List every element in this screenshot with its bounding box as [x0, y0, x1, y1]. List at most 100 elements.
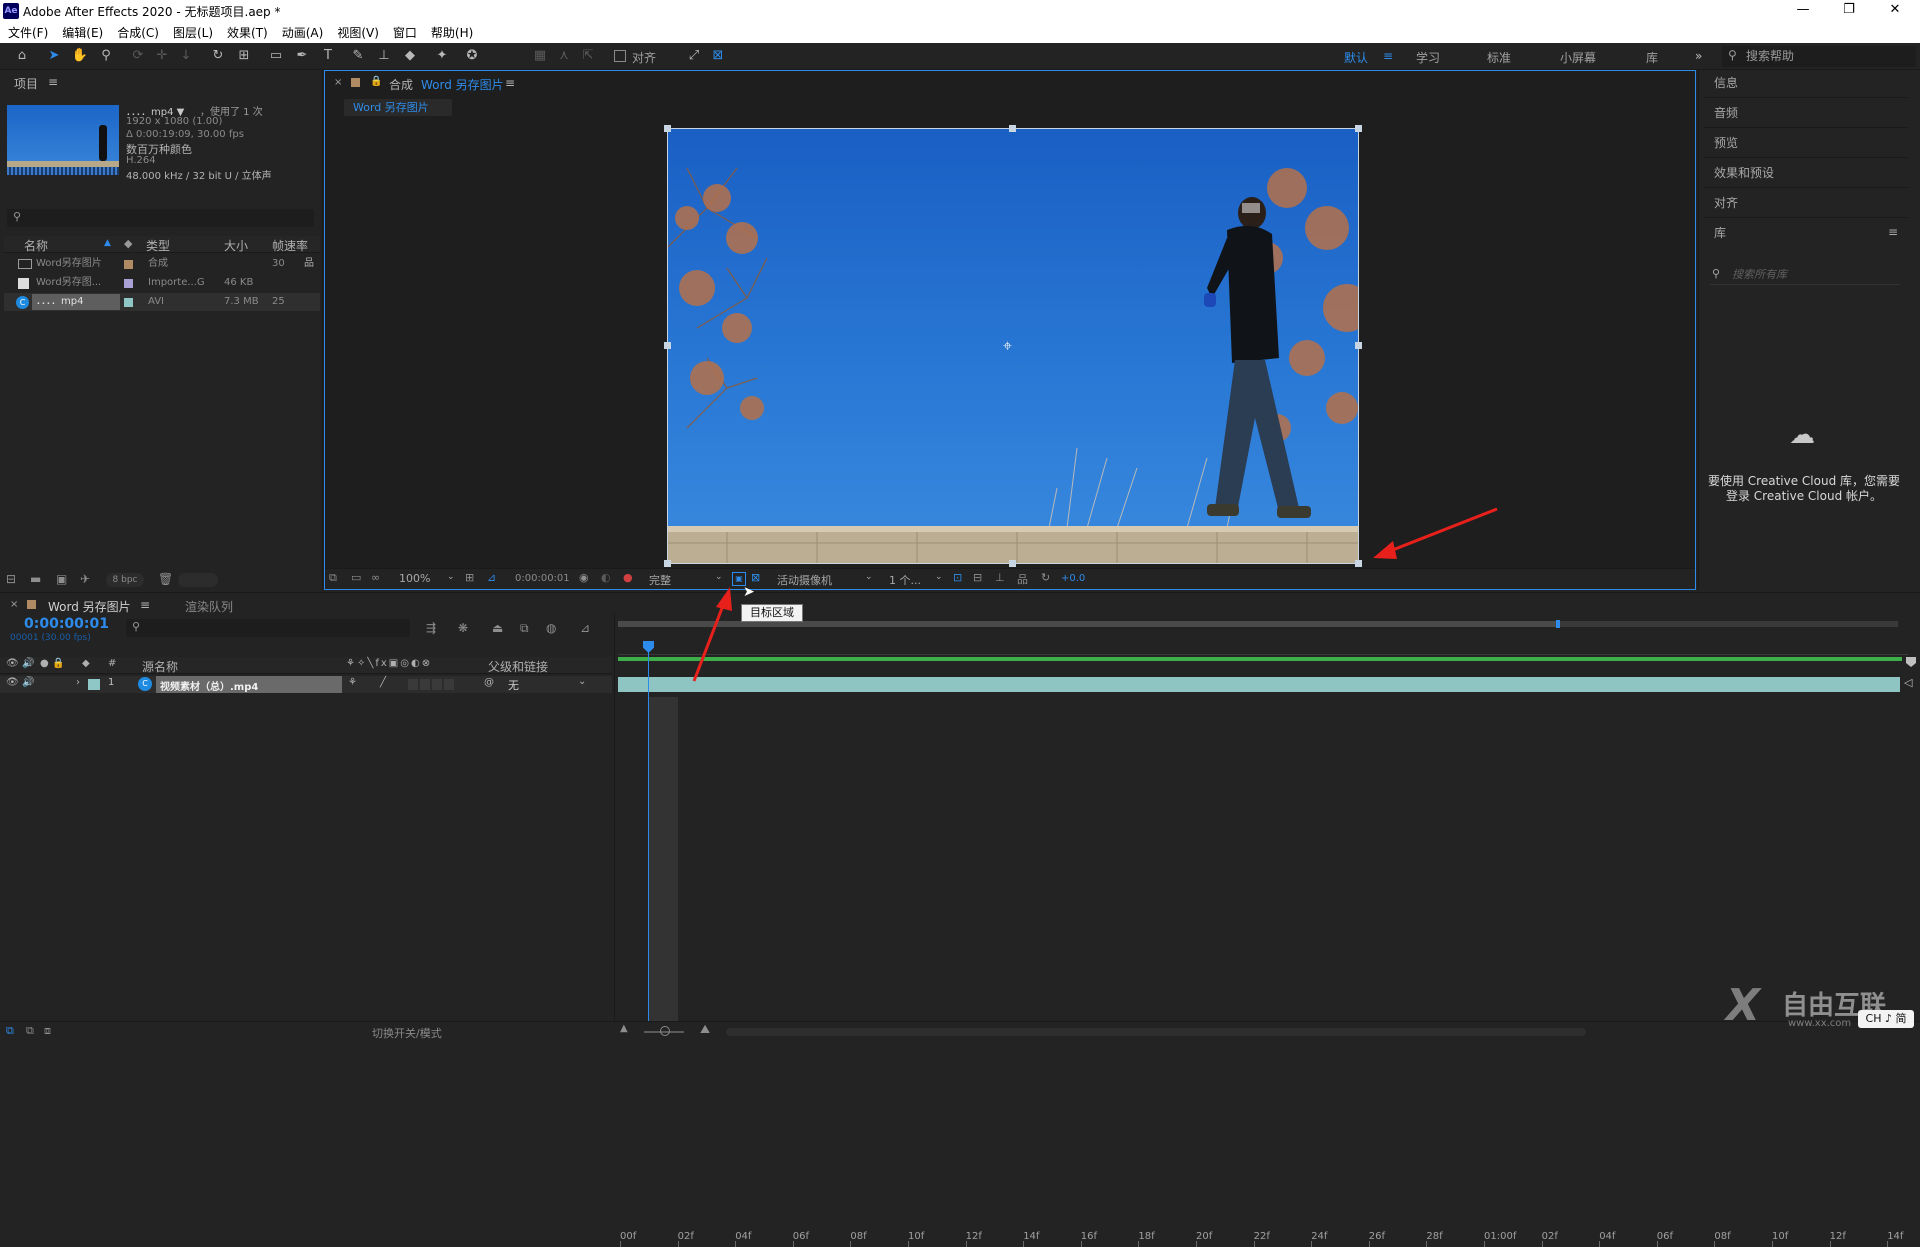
- layer-switch-boxes[interactable]: [408, 679, 456, 690]
- timeline-tab[interactable]: Word 另存图片: [48, 598, 131, 615]
- roto-brush-tool-icon[interactable]: ✦: [432, 47, 452, 65]
- col-size[interactable]: 大小: [224, 237, 248, 254]
- menu-composition[interactable]: 合成(C): [117, 24, 159, 41]
- libraries-panel-title[interactable]: 库: [1704, 218, 1908, 248]
- thumbnail-slider[interactable]: [178, 573, 218, 587]
- shy-switch-icon[interactable]: ⚘: [348, 677, 357, 688]
- label-color-swatch[interactable]: [88, 679, 100, 690]
- label-color-swatch[interactable]: [124, 260, 133, 269]
- comp-tab-name[interactable]: Word 另存图片: [421, 76, 504, 93]
- mask-visibility-icon[interactable]: ∞: [371, 571, 380, 584]
- info-panel-tab[interactable]: 信息: [1704, 68, 1908, 98]
- workspace-learn[interactable]: 学习: [1416, 49, 1440, 66]
- flowchart-icon[interactable]: 品: [1017, 571, 1028, 587]
- transform-handle[interactable]: [664, 342, 671, 349]
- axis-world-icon[interactable]: ⋏: [554, 47, 574, 65]
- pick-whip-icon[interactable]: @: [484, 677, 494, 688]
- effects-presets-panel-tab[interactable]: 效果和预设: [1704, 158, 1908, 188]
- transform-handle[interactable]: [664, 560, 671, 567]
- camera-view-dropdown[interactable]: 活动摄像机: [777, 572, 832, 588]
- workspace-menu-icon[interactable]: ≡: [1383, 49, 1393, 63]
- help-search-input[interactable]: 搜索帮助: [1722, 46, 1916, 67]
- menu-window[interactable]: 窗口: [393, 24, 417, 41]
- panel-menu-icon[interactable]: ≡: [48, 75, 58, 89]
- col-source-name[interactable]: 源名称: [142, 658, 178, 675]
- col-framerate[interactable]: 帧速率: [272, 237, 308, 254]
- timeline-timecode[interactable]: 0:00:00:01: [24, 616, 109, 632]
- selection-tool-icon[interactable]: ➤: [44, 47, 64, 65]
- transform-handle[interactable]: [1355, 342, 1362, 349]
- panel-menu-icon[interactable]: ≡: [505, 76, 515, 90]
- transform-handle[interactable]: [1355, 125, 1362, 132]
- layer-name[interactable]: 视频素材（总）.mp4: [160, 678, 258, 693]
- menu-animation[interactable]: 动画(A): [282, 24, 324, 41]
- always-preview-icon[interactable]: ⧉: [329, 571, 337, 585]
- current-time-display[interactable]: 0:00:00:01: [515, 573, 570, 584]
- reset-exposure-icon[interactable]: ↻: [1041, 571, 1050, 584]
- workspace-default[interactable]: 默认: [1344, 49, 1368, 66]
- transform-handle[interactable]: [1355, 560, 1362, 567]
- exposure-value[interactable]: +0.0: [1061, 573, 1085, 584]
- workspace-libraries[interactable]: 库: [1646, 49, 1658, 66]
- layer-row[interactable]: 👁 🔊 › 1 C 视频素材（总）.mp4 ⚘ ╱ @ 无 ⌄: [0, 676, 612, 693]
- ime-indicator[interactable]: CH ♪ 简: [1858, 1010, 1914, 1028]
- zoom-slider-handle[interactable]: [660, 1026, 670, 1036]
- timeline-icon[interactable]: ⊥: [995, 571, 1005, 584]
- new-folder-icon[interactable]: ▬: [30, 572, 41, 586]
- motion-blur-icon[interactable]: ◍: [546, 621, 556, 635]
- workspace-small-screen[interactable]: 小屏幕: [1560, 49, 1596, 66]
- in-out-panes-icon[interactable]: ⧈: [44, 1024, 51, 1038]
- audio-panel-tab[interactable]: 音频: [1704, 98, 1908, 128]
- comp-tab-prefix[interactable]: 合成: [389, 76, 413, 93]
- menu-file[interactable]: 文件(F): [8, 24, 48, 41]
- preview-panel-tab[interactable]: 预览: [1704, 128, 1908, 158]
- quality-switch-icon[interactable]: ╱: [380, 677, 386, 688]
- panel-menu-icon[interactable]: ≡: [140, 598, 150, 612]
- menu-edit[interactable]: 编辑(E): [62, 24, 103, 41]
- zoom-dropdown[interactable]: 100%: [399, 572, 430, 585]
- flowchart-icon[interactable]: 品: [304, 255, 314, 273]
- orbit-camera-icon[interactable]: ⟳: [128, 47, 148, 65]
- show-snapshot-icon[interactable]: ◐: [601, 571, 611, 584]
- project-search-input[interactable]: [7, 209, 314, 227]
- zoom-tool-icon[interactable]: ⚲: [96, 47, 116, 65]
- current-time-indicator[interactable]: [648, 641, 649, 1041]
- label-column-icon[interactable]: ◆: [124, 237, 132, 250]
- label-column-icon[interactable]: ◆: [82, 658, 90, 669]
- rectangle-tool-icon[interactable]: ▭: [266, 47, 286, 65]
- mask-path-icon[interactable]: ⊿: [487, 571, 496, 584]
- expand-layer-icon[interactable]: ›: [76, 677, 80, 688]
- axis-view-icon[interactable]: ⇱: [578, 47, 598, 65]
- audio-switch-icon[interactable]: 🔊: [22, 658, 34, 669]
- pan-behind-tool-icon[interactable]: ⊞: [234, 47, 254, 65]
- bit-depth-button[interactable]: 8 bpc: [106, 573, 144, 587]
- resolution-dropdown[interactable]: 完整: [649, 572, 671, 588]
- col-type[interactable]: 类型: [146, 237, 170, 254]
- project-item-row[interactable]: Word另存图片 合成 30 品: [4, 255, 320, 273]
- fast-previews-icon[interactable]: ⊟: [973, 571, 982, 584]
- video-switch-icon[interactable]: 👁: [6, 677, 19, 688]
- dolly-camera-icon[interactable]: ↓: [176, 47, 196, 65]
- menu-effect[interactable]: 效果(T): [227, 24, 268, 41]
- close-tab-icon[interactable]: ×: [334, 77, 342, 88]
- time-ruler[interactable]: [618, 631, 1908, 655]
- snapshot-icon[interactable]: ◉: [579, 571, 589, 584]
- type-tool-icon[interactable]: T: [318, 47, 338, 65]
- eraser-tool-icon[interactable]: ◆: [400, 47, 420, 65]
- view-layout-dropdown[interactable]: 1 个...: [889, 572, 921, 588]
- pen-tool-icon[interactable]: ✒: [292, 47, 312, 65]
- transform-handle[interactable]: [1009, 125, 1016, 132]
- panel-menu-icon[interactable]: ≡: [1888, 225, 1898, 239]
- project-item-row[interactable]: Word另存图... Importe...G 46 KB: [4, 274, 320, 292]
- timeline-scrollbar[interactable]: [726, 1028, 1586, 1036]
- restore-button[interactable]: ❐: [1826, 0, 1872, 22]
- shy-layers-icon[interactable]: ⏏: [492, 621, 503, 635]
- axis-local-icon[interactable]: ▦: [530, 47, 550, 65]
- composition-viewer[interactable]: [667, 128, 1359, 564]
- snap-edges-icon[interactable]: ⤢: [684, 47, 704, 65]
- pixel-aspect-icon[interactable]: ⊡: [953, 571, 962, 584]
- close-tab-icon[interactable]: ×: [10, 599, 18, 610]
- project-item-row-selected[interactable]: C ．．．．mp4 AVI 7.3 MB 25: [4, 293, 320, 311]
- render-queue-tab[interactable]: 渲染队列: [185, 598, 233, 615]
- transparency-grid-icon[interactable]: ⊠: [751, 571, 760, 584]
